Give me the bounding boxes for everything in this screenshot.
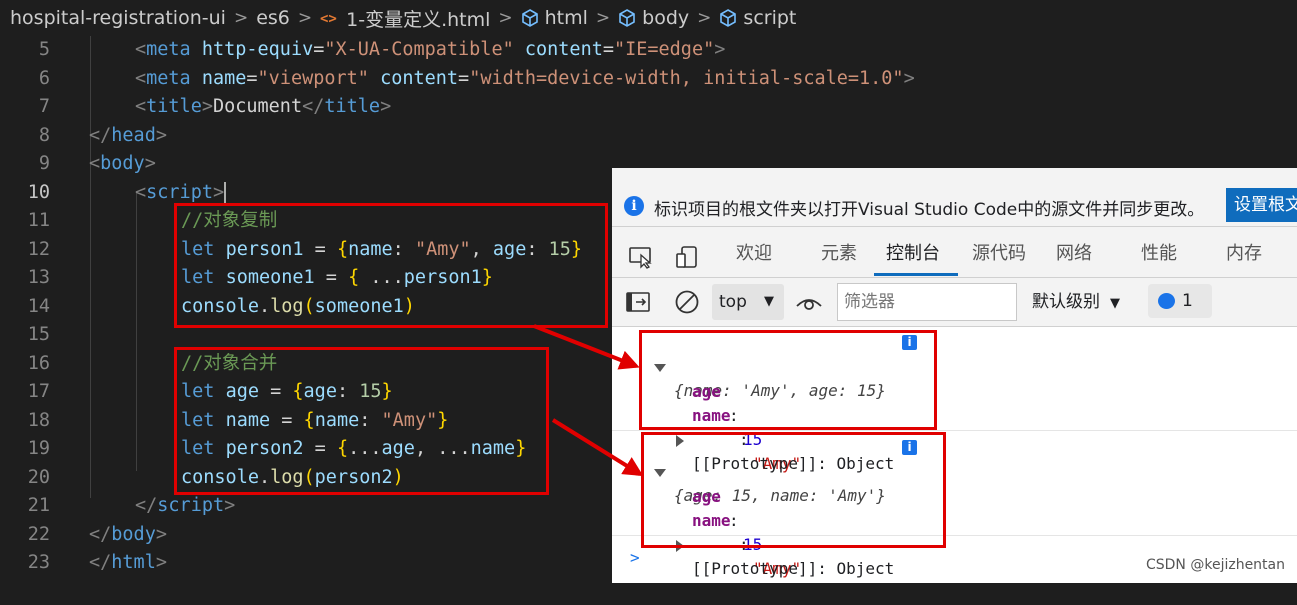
- annotation-arrows: [533, 324, 644, 477]
- arrow-copy-to-output: [533, 324, 640, 370]
- arrow-merge-to-output: [551, 418, 644, 477]
